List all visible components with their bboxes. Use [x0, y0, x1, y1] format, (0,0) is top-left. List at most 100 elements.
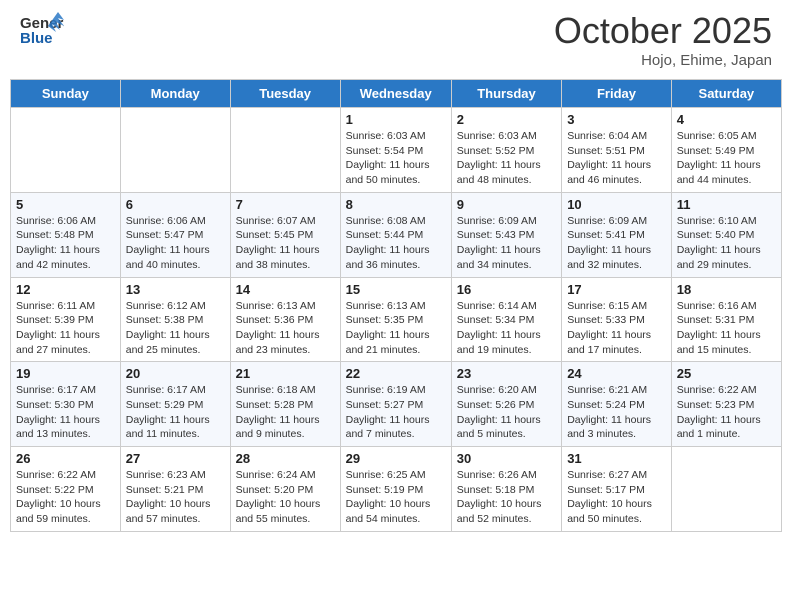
day-number: 11 [677, 197, 776, 212]
calendar-cell: 23Sunrise: 6:20 AMSunset: 5:26 PMDayligh… [451, 362, 561, 447]
sunset-text: Sunset: 5:17 PM [567, 484, 645, 496]
day-number: 25 [677, 366, 776, 381]
day-number: 20 [126, 366, 225, 381]
sunset-text: Sunset: 5:28 PM [236, 399, 314, 411]
title-block: October 2025 Hojo, Ehime, Japan [554, 10, 772, 69]
sunset-text: Sunset: 5:51 PM [567, 145, 645, 157]
calendar-cell: 10Sunrise: 6:09 AMSunset: 5:41 PMDayligh… [562, 192, 672, 277]
weekday-header-saturday: Saturday [671, 80, 781, 108]
day-number: 19 [16, 366, 115, 381]
daylight-text: Daylight: 11 hours and 46 minutes. [567, 159, 651, 186]
cell-info: Sunrise: 6:19 AMSunset: 5:27 PMDaylight:… [346, 383, 446, 442]
sunrise-text: Sunrise: 6:24 AM [236, 469, 316, 481]
sunset-text: Sunset: 5:48 PM [16, 229, 94, 241]
daylight-text: Daylight: 11 hours and 32 minutes. [567, 244, 651, 271]
calendar-cell: 6Sunrise: 6:06 AMSunset: 5:47 PMDaylight… [120, 192, 230, 277]
sunrise-text: Sunrise: 6:13 AM [236, 300, 316, 312]
day-number: 6 [126, 197, 225, 212]
cell-info: Sunrise: 6:09 AMSunset: 5:41 PMDaylight:… [567, 214, 666, 273]
cell-info: Sunrise: 6:23 AMSunset: 5:21 PMDaylight:… [126, 468, 225, 527]
sunrise-text: Sunrise: 6:17 AM [16, 384, 96, 396]
calendar-cell: 17 Sunrise: 6:15 AMSunset: 5:33 PMDayligh… [562, 277, 672, 362]
calendar-cell: 31Sunrise: 6:27 AMSunset: 5:17 PMDayligh… [562, 447, 672, 532]
day-number: 31 [567, 451, 666, 466]
sunrise-text: Sunrise: 6:15 AM [567, 300, 647, 312]
day-number: 22 [346, 366, 446, 381]
cell-info: Sunrise: 6:04 AMSunset: 5:51 PMDaylight:… [567, 129, 666, 188]
daylight-text: Daylight: 10 hours and 57 minutes. [126, 498, 211, 525]
cell-info: Sunrise: 6:08 AMSunset: 5:44 PMDaylight:… [346, 214, 446, 273]
day-number: 18 [677, 282, 776, 297]
day-number: 21 [236, 366, 335, 381]
calendar-cell: 21 Sunrise: 6:18 AMSunset: 5:28 PMDayligh… [230, 362, 340, 447]
calendar-cell [671, 447, 781, 532]
daylight-text: Daylight: 11 hours and 11 minutes. [126, 414, 210, 441]
calendar-cell: 30Sunrise: 6:26 AMSunset: 5:18 PMDayligh… [451, 447, 561, 532]
daylight-text: Daylight: 11 hours and 13 minutes. [16, 414, 100, 441]
calendar-cell: 2Sunrise: 6:03 AMSunset: 5:52 PMDaylight… [451, 108, 561, 193]
day-number: 30 [457, 451, 556, 466]
sunrise-text: Sunrise: 6:26 AM [457, 469, 537, 481]
sunset-text: Sunset: 5:40 PM [677, 229, 755, 241]
cell-info: Sunrise: 6:17 AMSunset: 5:29 PMDaylight:… [126, 383, 225, 442]
sunset-text: Sunset: 5:29 PM [126, 399, 204, 411]
cell-info: Sunrise: 6:21 AMSunset: 5:24 PMDaylight:… [567, 383, 666, 442]
sunset-text: Sunset: 5:26 PM [457, 399, 535, 411]
day-number: 8 [346, 197, 446, 212]
daylight-text: Daylight: 11 hours and 27 minutes. [16, 329, 100, 356]
calendar-cell: 1Sunrise: 6:03 AMSunset: 5:54 PMDaylight… [340, 108, 451, 193]
calendar-cell: 9Sunrise: 6:09 AMSunset: 5:43 PMDaylight… [451, 192, 561, 277]
sunset-text: Sunset: 5:18 PM [457, 484, 535, 496]
sunset-text: Sunset: 5:41 PM [567, 229, 645, 241]
day-number: 15 [346, 282, 446, 297]
week-row-1: 1Sunrise: 6:03 AMSunset: 5:54 PMDaylight… [11, 108, 782, 193]
cell-info: Sunrise: 6:17 AMSunset: 5:30 PMDaylight:… [16, 383, 115, 442]
calendar-cell: 28Sunrise: 6:24 AMSunset: 5:20 PMDayligh… [230, 447, 340, 532]
sunrise-text: Sunrise: 6:03 AM [346, 130, 426, 142]
weekday-header-sunday: Sunday [11, 80, 121, 108]
calendar-cell: 25Sunrise: 6:22 AMSunset: 5:23 PMDayligh… [671, 362, 781, 447]
daylight-text: Daylight: 11 hours and 40 minutes. [126, 244, 210, 271]
daylight-text: Daylight: 11 hours and 5 minutes. [457, 414, 541, 441]
daylight-text: Daylight: 11 hours and 15 minutes. [677, 329, 761, 356]
calendar-cell: 24Sunrise: 6:21 AMSunset: 5:24 PMDayligh… [562, 362, 672, 447]
sunrise-text: Sunrise: 6:06 AM [16, 215, 96, 227]
daylight-text: Daylight: 11 hours and 34 minutes. [457, 244, 541, 271]
cell-info: Sunrise: 6:20 AMSunset: 5:26 PMDaylight:… [457, 383, 556, 442]
cell-info: Sunrise: 6:18 AMSunset: 5:28 PMDaylight:… [236, 383, 335, 442]
calendar-cell: 11 Sunrise: 6:10 AMSunset: 5:40 PMDayligh… [671, 192, 781, 277]
sunrise-text: Sunrise: 6:06 AM [126, 215, 206, 227]
sunset-text: Sunset: 5:34 PM [457, 314, 535, 326]
day-number: 5 [16, 197, 115, 212]
daylight-text: Daylight: 11 hours and 23 minutes. [236, 329, 320, 356]
cell-info: Sunrise: 6:15 AMSunset: 5:33 PMDaylight:… [567, 299, 666, 358]
cell-info: Sunrise: 6:16 AMSunset: 5:31 PMDaylight:… [677, 299, 776, 358]
daylight-text: Daylight: 11 hours and 3 minutes. [567, 414, 651, 441]
day-number: 4 [677, 112, 776, 127]
weekday-header-friday: Friday [562, 80, 672, 108]
day-number: 27 [126, 451, 225, 466]
day-number: 17 [567, 282, 666, 297]
cell-info: Sunrise: 6:10 AMSunset: 5:40 PMDaylight:… [677, 214, 776, 273]
cell-info: Sunrise: 6:13 AMSunset: 5:36 PMDaylight:… [236, 299, 335, 358]
sunset-text: Sunset: 5:22 PM [16, 484, 94, 496]
calendar-cell: 22 Sunrise: 6:19 AMSunset: 5:27 PMDayligh… [340, 362, 451, 447]
sunset-text: Sunset: 5:54 PM [346, 145, 424, 157]
day-number: 13 [126, 282, 225, 297]
day-number: 29 [346, 451, 446, 466]
week-row-4: 19 Sunrise: 6:17 AMSunset: 5:30 PMDayligh… [11, 362, 782, 447]
sunset-text: Sunset: 5:24 PM [567, 399, 645, 411]
daylight-text: Daylight: 10 hours and 54 minutes. [346, 498, 431, 525]
day-number: 2 [457, 112, 556, 127]
sunrise-text: Sunrise: 6:09 AM [457, 215, 537, 227]
sunrise-text: Sunrise: 6:12 AM [126, 300, 206, 312]
cell-info: Sunrise: 6:22 AMSunset: 5:22 PMDaylight:… [16, 468, 115, 527]
cell-info: Sunrise: 6:07 AMSunset: 5:45 PMDaylight:… [236, 214, 335, 273]
daylight-text: Daylight: 11 hours and 25 minutes. [126, 329, 210, 356]
sunset-text: Sunset: 5:52 PM [457, 145, 535, 157]
calendar-cell: 4Sunrise: 6:05 AMSunset: 5:49 PMDaylight… [671, 108, 781, 193]
sunset-text: Sunset: 5:38 PM [126, 314, 204, 326]
sunrise-text: Sunrise: 6:22 AM [16, 469, 96, 481]
weekday-header-row: SundayMondayTuesdayWednesdayThursdayFrid… [11, 80, 782, 108]
cell-info: Sunrise: 6:12 AM Sunset: 5:38 PM Daylight:… [126, 299, 225, 358]
